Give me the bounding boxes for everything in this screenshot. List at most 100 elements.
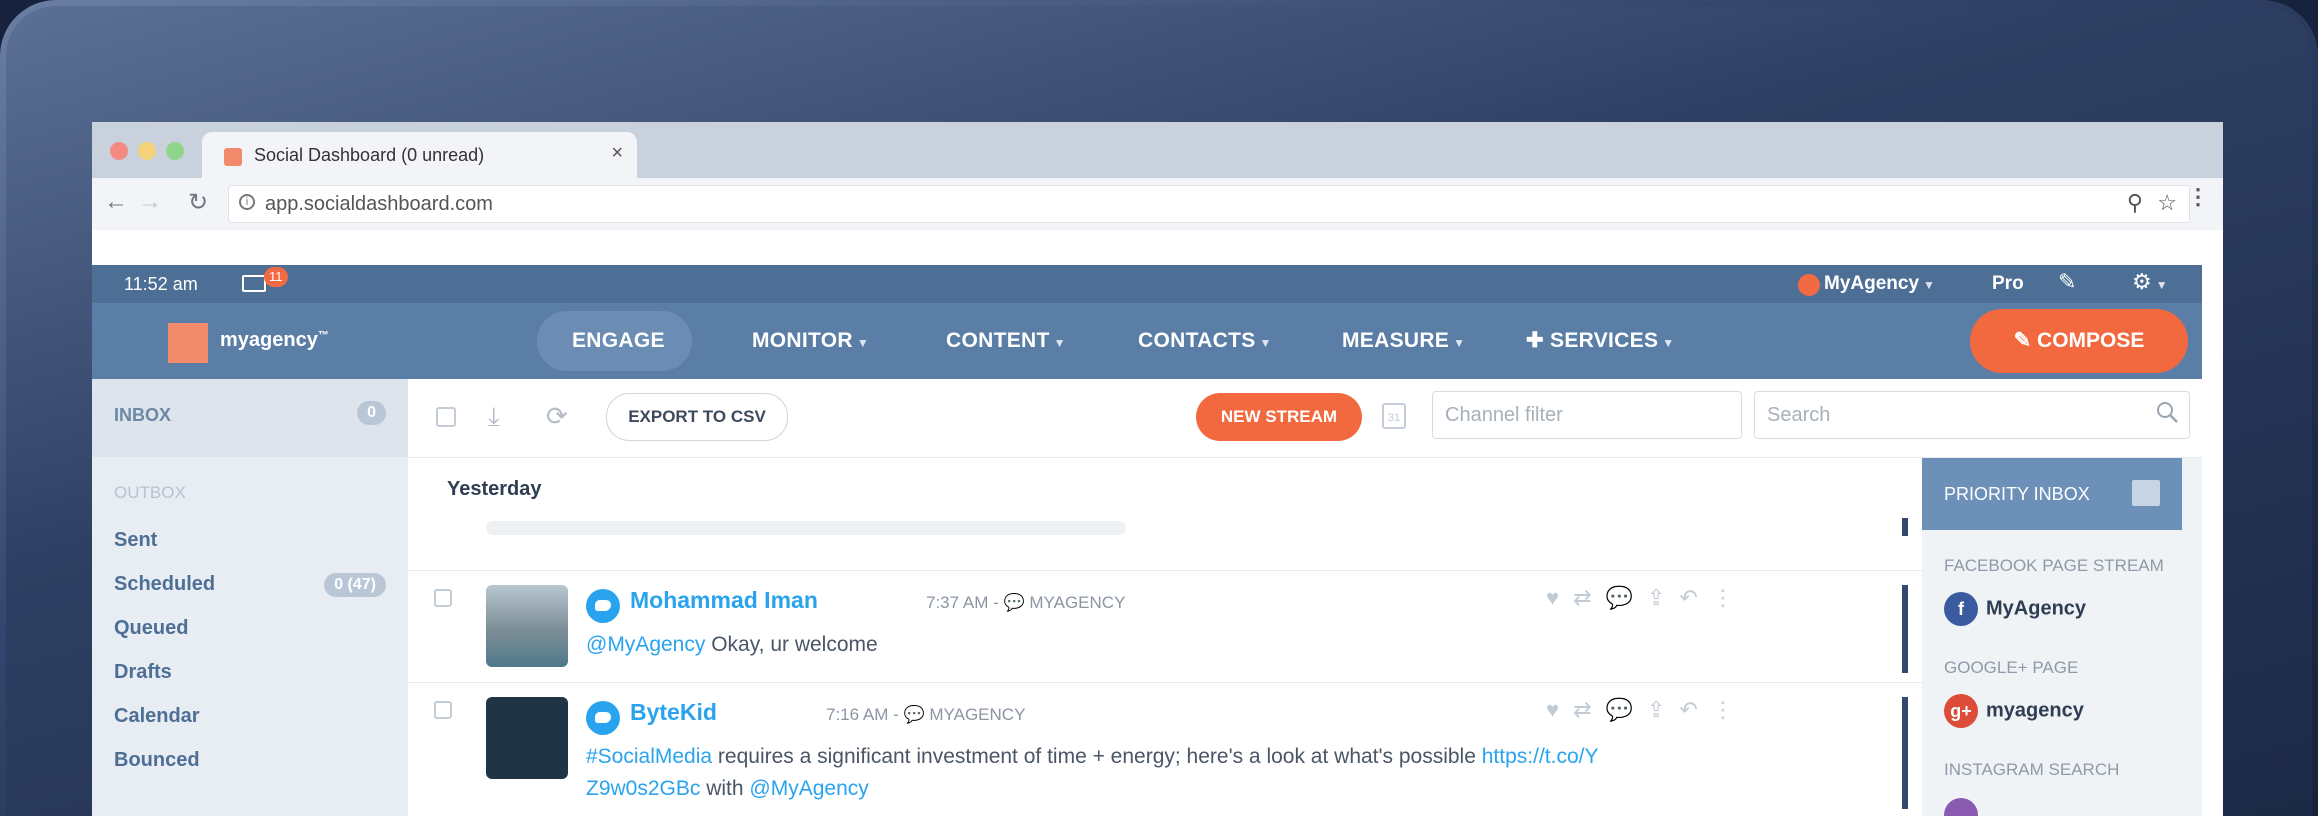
post-checkbox[interactable] [434,589,452,607]
reply-bubble-icon[interactable]: 💬 [1606,697,1647,722]
priority-inbox-header[interactable]: PRIORITY INBOX [1922,458,2182,530]
share-icon[interactable]: ⇪ [1647,585,1679,610]
key-icon[interactable]: ⚲ [2127,190,2143,216]
inbox-count: 0 [357,401,386,425]
post-author[interactable]: Mohammad Iman [630,587,818,614]
minimize-window-button[interactable] [138,142,156,160]
priority-section-label: INSTAGRAM SEARCH [1944,760,2120,779]
url-field[interactable]: i app.socialdashboard.com ⚲ ☆ [228,185,2190,223]
like-icon[interactable]: ♥ [1546,697,1573,722]
logo[interactable]: myagency™ [220,329,329,352]
list-item[interactable]: Mohammad Iman 7:37 AM - 💬 MYAGENCY ♥⇄💬⇪↶… [408,570,1922,683]
clock: 11:52 am [124,274,198,294]
account-menu[interactable]: MyAgency ▼ [1824,273,1935,295]
nav-engage[interactable]: ENGAGE [572,303,665,379]
sidebar: INBOX 0 OUTBOX Sent Scheduled 0 (47) Que… [92,379,408,816]
search-icon[interactable] [2155,400,2179,424]
post-link[interactable]: https://t.co/Y [1482,745,1599,768]
sidebar-item-bounced[interactable]: Bounced [114,749,200,772]
mention[interactable]: @MyAgency [749,777,868,800]
reply-bubble-icon[interactable]: 💬 [1606,585,1647,610]
list-item[interactable]: ByteKid 7:16 AM - 💬 MYAGENCY ♥⇄💬⇪↶⋮ #Soc… [408,682,1922,816]
mail-badge: 11 [264,267,288,287]
gear-icon[interactable]: ⚙ ▼ [2132,269,2168,295]
reload-icon[interactable]: ↻ [188,188,208,217]
nav-services[interactable]: ✚ SERVICES ▼ [1526,303,1674,379]
post-checkbox[interactable] [434,701,452,719]
nav-content[interactable]: CONTENT ▼ [946,303,1066,379]
nav-measure[interactable]: MEASURE ▼ [1342,303,1465,379]
tools-icon[interactable]: ✎ [2058,269,2076,295]
share-icon[interactable]: ⇪ [1647,697,1679,722]
post-actions: ♥⇄💬⇪↶⋮ [1546,585,1748,611]
browser-tab[interactable]: Social Dashboard (0 unread) × [202,132,637,178]
post-link-cont[interactable]: Z9w0s2GBc [586,777,700,800]
sidebar-item-scheduled[interactable]: Scheduled [114,573,215,596]
chevron-down-icon: ▼ [2155,278,2168,292]
sidebar-item-inbox[interactable]: INBOX 0 [92,379,408,457]
post-meta: 7:37 AM - 💬 MYAGENCY [926,593,1126,612]
stream-toolbar: ⤓ ⟳ EXPORT TO CSV NEW STREAM 31 Channel … [408,379,2202,458]
mention[interactable]: @MyAgency [586,633,705,656]
select-all-checkbox[interactable] [436,407,456,427]
priority-channel[interactable]: g+ myagency [1944,694,2084,728]
main-nav: myagency™ ENGAGE MONITOR ▼ CONTENT ▼ CONTA… [92,303,2202,379]
compose-button[interactable]: ✎ COMPOSE [1970,309,2188,373]
post-body: Okay, ur welcome [705,633,878,656]
post-with: with [700,777,750,800]
post-marker [1902,697,1908,809]
retweet-icon[interactable]: ⇄ [1573,697,1605,722]
reply-icon[interactable]: ↶ [1679,585,1711,610]
search-input[interactable]: Search [1754,391,2190,439]
priority-channel[interactable] [1944,798,1986,816]
archive-icon[interactable] [2132,480,2160,506]
main-panel: ⤓ ⟳ EXPORT TO CSV NEW STREAM 31 Channel … [408,379,2202,816]
more-icon[interactable]: ⋮ [1712,585,1748,610]
chevron-down-icon: ▼ [1053,336,1066,350]
favicon-icon [224,148,242,166]
retweet-icon[interactable]: ⇄ [1573,585,1605,610]
download-icon[interactable]: ⤓ [488,401,500,433]
post-author[interactable]: ByteKid [630,699,717,726]
new-stream-button[interactable]: NEW STREAM [1196,393,1362,441]
reply-icon[interactable]: ↶ [1679,697,1711,722]
search-placeholder: Search [1767,404,1831,426]
twitter-icon [586,589,620,623]
refresh-icon[interactable]: ⟳ [546,401,568,432]
chevron-down-icon: ▼ [1259,336,1272,350]
plus-icon: ✚ [1526,329,1551,352]
channel-filter-input[interactable]: Channel filter [1432,391,1742,439]
browser-menu-icon[interactable]: ⋮ [2187,184,2209,210]
priority-channel[interactable]: f MyAgency [1944,592,2086,626]
mail-icon[interactable] [242,275,266,292]
sidebar-item-sent[interactable]: Sent [114,529,157,552]
avatar[interactable] [486,585,568,667]
nav-monitor[interactable]: MONITOR ▼ [752,303,869,379]
channel-name: myagency [1986,699,2084,722]
sidebar-item-queued[interactable]: Queued [114,617,188,640]
calendar-icon[interactable]: 31 [1382,403,1406,429]
back-icon[interactable]: ← [104,188,128,216]
more-icon[interactable]: ⋮ [1712,697,1748,722]
chevron-down-icon: ▼ [1662,336,1675,350]
export-csv-button[interactable]: EXPORT TO CSV [606,393,788,441]
close-window-button[interactable] [110,142,128,160]
sidebar-item-drafts[interactable]: Drafts [114,661,172,684]
avatar[interactable] [486,697,568,779]
nav-contacts[interactable]: CONTACTS ▼ [1138,303,1272,379]
hashtag[interactable]: #SocialMedia [586,745,712,768]
maximize-window-button[interactable] [166,142,184,160]
channel-filter-placeholder: Channel filter [1445,404,1563,426]
info-icon[interactable]: i [239,194,255,210]
sidebar-item-calendar[interactable]: Calendar [114,705,200,728]
forward-icon[interactable]: → [138,188,162,216]
facebook-icon: f [1944,592,1978,626]
tab-close-icon[interactable]: × [611,142,623,165]
plan-label[interactable]: Pro [1992,273,2024,295]
account-avatar [1798,274,1820,296]
like-icon[interactable]: ♥ [1546,585,1573,610]
trademark: ™ [317,329,329,342]
laptop-bezel: Social Dashboard (0 unread) × ← → ↻ i ap… [0,0,2318,816]
bookmark-star-icon[interactable]: ☆ [2157,190,2177,216]
priority-section-label: GOOGLE+ PAGE [1944,658,2079,677]
